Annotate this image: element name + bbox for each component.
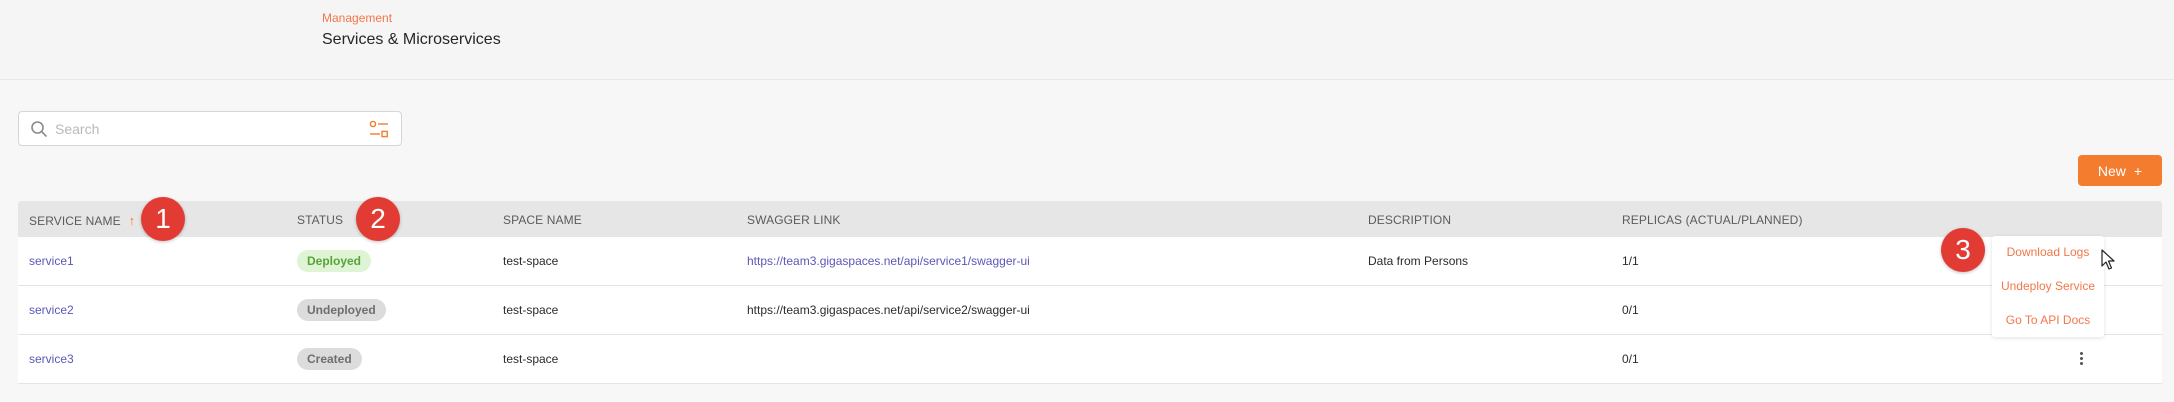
new-button-label: New <box>2097 162 2126 179</box>
page-title: Services & Microservices <box>322 31 501 48</box>
new-button[interactable]: New + <box>2078 155 2162 186</box>
column-header-description[interactable]: DESCRIPTION <box>1368 213 1451 227</box>
menu-item-undeploy-service[interactable]: Undeploy Service <box>1992 279 2104 293</box>
kebab-menu-icon[interactable] <box>2076 349 2086 367</box>
space-name: test-space <box>503 352 559 366</box>
space-name: test-space <box>503 254 559 268</box>
service-name-link[interactable]: service1 <box>29 254 74 268</box>
column-header-space-name[interactable]: SPACE NAME <box>503 213 582 227</box>
replicas: 0/1 <box>1622 352 1639 366</box>
plus-icon: + <box>2133 162 2143 179</box>
services-table: SERVICE NAME ↑ STATUS SPACE NAME SWAGGER … <box>18 201 2162 384</box>
sort-ascending-icon[interactable]: ↑ <box>129 213 136 228</box>
column-header-service-name[interactable]: SERVICE NAME ↑ <box>29 213 135 228</box>
annotation-marker-3: 3 <box>1941 228 1985 272</box>
column-label: SERVICE NAME <box>29 214 121 228</box>
status-badge: Deployed <box>297 250 372 272</box>
search-icon <box>31 121 47 137</box>
swagger-link[interactable]: https://team3.gigaspaces.net/api/service… <box>747 303 1030 317</box>
search-box[interactable] <box>18 111 402 146</box>
search-input[interactable] <box>55 118 355 140</box>
page-header: Management Services & Microservices <box>0 0 2174 80</box>
table-row[interactable]: service2 Undeployed test-space https://t… <box>18 286 2162 335</box>
mouse-cursor-icon <box>2101 249 2115 270</box>
column-header-status[interactable]: STATUS <box>297 213 343 227</box>
breadcrumb[interactable]: Management <box>322 11 392 25</box>
status-badge: Created <box>297 348 362 370</box>
description: Data from Persons <box>1368 254 1469 268</box>
space-name: test-space <box>503 303 559 317</box>
table-row[interactable]: service1 Deployed test-space https://tea… <box>18 237 2162 286</box>
replicas: 1/1 <box>1622 254 1639 268</box>
column-header-swagger-link[interactable]: SWAGGER LINK <box>747 213 840 227</box>
swagger-link[interactable]: https://team3.gigaspaces.net/api/service… <box>747 254 1030 268</box>
status-badge: Undeployed <box>297 299 386 321</box>
annotation-marker-1: 1 <box>141 197 185 241</box>
table-header: SERVICE NAME ↑ STATUS SPACE NAME SWAGGER … <box>18 201 2162 237</box>
table-row[interactable]: service3 Created test-space 0/1 <box>18 335 2162 384</box>
annotation-marker-2: 2 <box>356 197 400 241</box>
replicas: 0/1 <box>1622 303 1639 317</box>
column-header-replicas[interactable]: REPLICAS (ACTUAL/PLANNED) <box>1622 213 1803 227</box>
menu-item-download-logs[interactable]: Download Logs <box>1992 245 2104 259</box>
filter-icon[interactable] <box>369 120 389 138</box>
row-actions-menu: Download Logs Undeploy Service Go To API… <box>1992 236 2104 337</box>
menu-item-go-to-api-docs[interactable]: Go To API Docs <box>1992 313 2104 327</box>
service-name-link[interactable]: service3 <box>29 352 74 366</box>
service-name-link[interactable]: service2 <box>29 303 74 317</box>
